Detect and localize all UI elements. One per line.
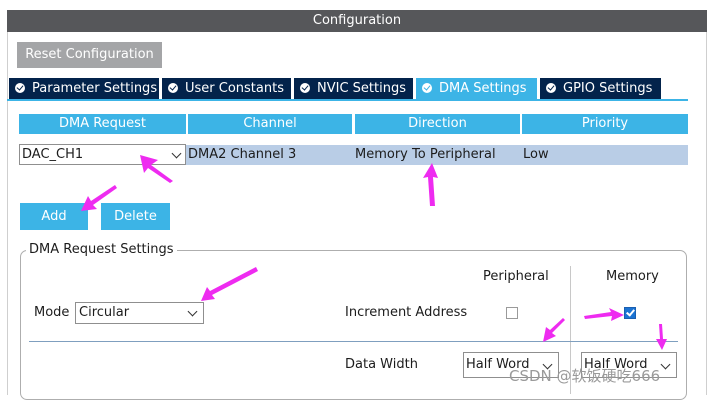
tab-label: GPIO Settings bbox=[563, 81, 653, 96]
data-width-label: Data Width bbox=[345, 357, 418, 372]
column-header-direction: Direction bbox=[355, 114, 520, 134]
chevron-down-icon bbox=[187, 306, 198, 317]
column-header-channel: Channel bbox=[188, 114, 352, 134]
tab-nvic-settings[interactable]: NVIC Settings bbox=[294, 78, 413, 100]
increment-address-label: Increment Address bbox=[345, 305, 468, 320]
tab-label: NVIC Settings bbox=[317, 81, 406, 96]
watermark: CSDN @软饭硬吃666 bbox=[509, 367, 661, 385]
tab-label: DMA Settings bbox=[439, 81, 527, 96]
priority-cell: Low bbox=[523, 147, 549, 162]
delete-button[interactable]: Delete bbox=[101, 203, 170, 230]
tab-parameter-settings[interactable]: Parameter Settings bbox=[9, 78, 159, 100]
column-header-dma-request: DMA Request bbox=[19, 114, 186, 134]
column-header-priority: Priority bbox=[522, 114, 688, 134]
tab-label: Parameter Settings bbox=[32, 81, 158, 96]
chevron-down-icon bbox=[660, 359, 671, 370]
settings-divider bbox=[29, 341, 678, 342]
chevron-down-icon bbox=[171, 148, 182, 159]
memory-column-header: Memory bbox=[606, 269, 659, 284]
channel-cell: DMA2 Channel 3 bbox=[188, 147, 297, 162]
direction-cell: Memory To Peripheral bbox=[355, 147, 496, 162]
tab-gpio-settings[interactable]: GPIO Settings bbox=[540, 78, 661, 100]
page-title: Configuration bbox=[312, 13, 402, 28]
mode-value: Circular bbox=[79, 305, 130, 320]
peripheral-column-header: Peripheral bbox=[483, 269, 549, 284]
peripheral-increment-checkbox[interactable] bbox=[506, 307, 518, 319]
reset-configuration-button[interactable]: Reset Configuration bbox=[17, 42, 162, 68]
tab-user-constants[interactable]: User Constants bbox=[162, 78, 291, 100]
dma-request-select[interactable]: DAC_CH1 bbox=[19, 144, 186, 165]
mode-select[interactable]: Circular bbox=[75, 302, 204, 324]
check-circle-icon bbox=[15, 82, 25, 93]
tab-underline bbox=[7, 99, 688, 101]
check-circle-icon bbox=[546, 82, 556, 93]
group-title: DMA Request Settings bbox=[26, 242, 177, 258]
memory-increment-checkbox[interactable] bbox=[624, 307, 636, 319]
add-button[interactable]: Add bbox=[20, 203, 88, 230]
tab-dma-settings[interactable]: DMA Settings bbox=[416, 78, 537, 100]
tab-label: User Constants bbox=[185, 81, 284, 96]
mode-label: Mode bbox=[34, 305, 70, 320]
check-circle-icon bbox=[168, 82, 178, 93]
dma-request-value: DAC_CH1 bbox=[22, 147, 84, 162]
check-circle-icon bbox=[422, 82, 432, 93]
check-circle-icon bbox=[300, 82, 310, 93]
